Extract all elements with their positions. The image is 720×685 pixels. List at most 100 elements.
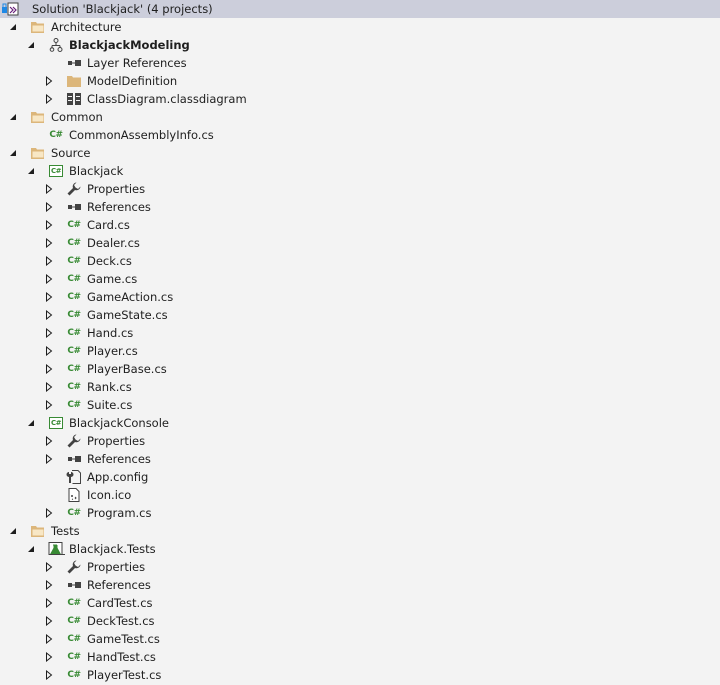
csharp-file-icon: C# [48,127,64,143]
expanded-arrow-icon[interactable] [8,18,18,36]
tree-item-label: References [87,578,151,592]
collapsed-arrow-icon[interactable] [44,252,54,270]
collapsed-arrow-icon[interactable] [44,432,54,450]
collapsed-arrow-icon[interactable] [44,630,54,648]
tree-item-label: ModelDefinition [87,74,178,88]
expanded-arrow-icon[interactable] [8,522,18,540]
solution-icon [2,1,20,17]
expanded-arrow-icon[interactable] [26,36,36,54]
tree-item[interactable]: C# CardTest.cs [0,594,720,612]
tree-item-label: PlayerBase.cs [87,362,167,376]
tree-item[interactable]: References [0,198,720,216]
collapsed-arrow-icon[interactable] [44,288,54,306]
collapsed-arrow-icon[interactable] [44,396,54,414]
collapsed-arrow-icon[interactable] [44,360,54,378]
csharp-file-icon: C# [66,325,82,341]
tree-item-label: Deck.cs [87,254,132,268]
collapsed-arrow-icon[interactable] [44,594,54,612]
expanded-arrow-icon[interactable] [26,162,36,180]
tree-item-label: Game.cs [87,272,138,286]
tree-item-label: GameTest.cs [87,632,160,646]
collapsed-arrow-icon[interactable] [44,504,54,522]
tree-item[interactable]: ModelDefinition [0,72,720,90]
tree-item[interactable]: C# Dealer.cs [0,234,720,252]
tree-item[interactable]: C# Game.cs [0,270,720,288]
csharp-glyph: C# [67,292,81,302]
tree-item-label: DeckTest.cs [87,614,155,628]
tree-item[interactable]: C# GameAction.cs [0,288,720,306]
tree-item-label: CommonAssemblyInfo.cs [69,128,214,142]
tree-item[interactable]: C# Program.cs [0,504,720,522]
tree-item[interactable]: Common [0,108,720,126]
tree-item[interactable]: Icon.ico [0,486,720,504]
collapsed-arrow-icon[interactable] [44,180,54,198]
tree-item[interactable]: References [0,450,720,468]
collapsed-arrow-icon[interactable] [44,216,54,234]
tree-item[interactable]: Solution 'Blackjack' (4 projects) [0,0,720,18]
tree-item[interactable]: BlackjackModeling [0,36,720,54]
csharp-file-icon: C# [66,379,82,395]
collapsed-arrow-icon[interactable] [44,234,54,252]
collapsed-arrow-icon[interactable] [44,648,54,666]
tree-item[interactable]: C# Deck.cs [0,252,720,270]
csharp-file-icon: C# [66,361,82,377]
tree-item[interactable]: C# Blackjack [0,162,720,180]
csharp-glyph: C# [67,220,81,230]
tree-item[interactable]: C# PlayerTest.cs [0,666,720,684]
tree-item[interactable]: App.config [0,468,720,486]
references-icon [66,55,82,71]
collapsed-arrow-icon[interactable] [44,90,54,108]
config-file-icon [66,469,82,485]
references-icon [66,199,82,215]
collapsed-arrow-icon[interactable] [44,576,54,594]
collapsed-arrow-icon[interactable] [44,198,54,216]
collapsed-arrow-icon[interactable] [44,342,54,360]
expanded-arrow-icon[interactable] [8,108,18,126]
tree-item-label: Icon.ico [87,488,132,502]
tree-item[interactable]: Source [0,144,720,162]
collapsed-arrow-icon[interactable] [44,270,54,288]
tree-item[interactable]: Properties [0,432,720,450]
collapsed-arrow-icon[interactable] [44,306,54,324]
class-diagram-icon [66,91,82,107]
collapsed-arrow-icon[interactable] [44,612,54,630]
tree-item[interactable]: C# Suite.cs [0,396,720,414]
collapsed-arrow-icon[interactable] [44,378,54,396]
tree-item[interactable]: C# HandTest.cs [0,648,720,666]
tree-item[interactable]: Blackjack.Tests [0,540,720,558]
tree-item[interactable]: C# GameState.cs [0,306,720,324]
tree-item[interactable]: C# GameTest.cs [0,630,720,648]
expanded-arrow-icon[interactable] [26,540,36,558]
csharp-file-icon: C# [66,343,82,359]
tree-item-label: Hand.cs [87,326,134,340]
tree-item-label: Architecture [51,20,122,34]
tree-item[interactable]: C# DeckTest.cs [0,612,720,630]
collapsed-arrow-icon[interactable] [44,450,54,468]
csharp-file-icon: C# [66,217,82,233]
expanded-arrow-icon[interactable] [26,414,36,432]
tree-item[interactable]: References [0,576,720,594]
tree-item-label: Source [51,146,91,160]
tree-item[interactable]: Properties [0,180,720,198]
expanded-arrow-icon[interactable] [8,144,18,162]
tree-item-label: Layer References [87,56,187,70]
tree-item[interactable]: Tests [0,522,720,540]
references-icon [66,577,82,593]
collapsed-arrow-icon[interactable] [44,324,54,342]
tree-item[interactable]: Properties [0,558,720,576]
tree-item[interactable]: Architecture [0,18,720,36]
tree-item[interactable]: C# Card.cs [0,216,720,234]
tree-item[interactable]: C# Hand.cs [0,324,720,342]
tree-item[interactable]: ClassDiagram.classdiagram [0,90,720,108]
collapsed-arrow-icon[interactable] [44,72,54,90]
collapsed-arrow-icon[interactable] [44,666,54,684]
tree-item[interactable]: C# Player.cs [0,342,720,360]
tree-item[interactable]: C# CommonAssemblyInfo.cs [0,126,720,144]
collapsed-arrow-icon[interactable] [44,558,54,576]
csharp-glyph: C# [67,328,81,338]
tree-item[interactable]: C# Rank.cs [0,378,720,396]
tree-item[interactable]: C# BlackjackConsole [0,414,720,432]
tree-item[interactable]: C# PlayerBase.cs [0,360,720,378]
tree-item[interactable]: Layer References [0,54,720,72]
folder-open-icon [30,523,46,539]
